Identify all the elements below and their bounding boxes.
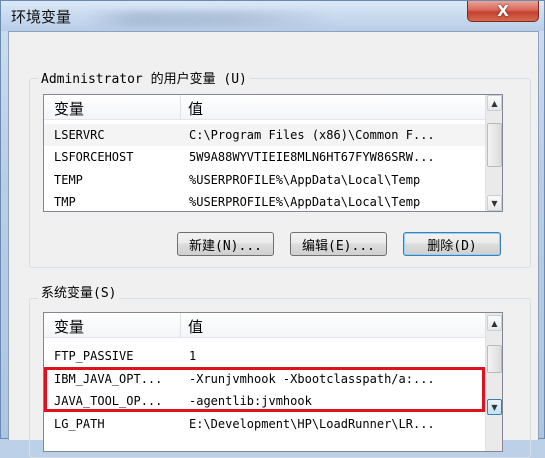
list-item[interactable]: TMP %USERPROFILE%\AppData\Local\Temp [44, 191, 502, 211]
var-value: E:\Development\HP\LoadRunner\LR... [189, 417, 435, 431]
user-delete-button[interactable]: 删除(D) [403, 232, 501, 256]
dialog-body: Administrator 的用户变量 (U) 变量 值 LSERVRC C:\… [8, 31, 539, 458]
system-vars-header: 变量 值 [44, 313, 502, 338]
list-item[interactable]: TEMP %USERPROFILE%\AppData\Local\Temp [44, 169, 502, 191]
scroll-thumb[interactable] [487, 345, 502, 373]
user-edit-button[interactable]: 编辑(E)... [290, 232, 387, 256]
user-vars-list[interactable]: 变量 值 LSERVRC C:\Program Files (x86)\Comm… [43, 94, 503, 212]
list-item[interactable]: LSERVRC C:\Program Files (x86)\Common F.… [44, 124, 502, 146]
var-value: %USERPROFILE%\AppData\Local\Temp [189, 173, 421, 187]
var-name: LG_PATH [54, 417, 105, 431]
user-vars-scrollbar[interactable]: ▲ ▼ [485, 95, 502, 211]
scroll-up-icon[interactable]: ▲ [487, 95, 502, 111]
close-button[interactable]: X [467, 1, 539, 22]
window-title: 环境变量 [11, 8, 72, 26]
column-header-variable[interactable]: 变量 [54, 316, 84, 337]
var-name: TMP [54, 195, 76, 209]
var-name: IBM_JAVA_OPT... [54, 372, 163, 386]
var-name: LSFORCEHOST [54, 150, 134, 164]
scroll-down-icon[interactable]: ▼ [487, 195, 502, 211]
list-item[interactable]: LG_PATH E:\Development\HP\LoadRunner\LR.… [44, 413, 502, 435]
column-header-variable[interactable]: 变量 [54, 98, 84, 119]
user-vars-group-label: Administrator 的用户变量 (U) [38, 68, 250, 87]
environment-variables-dialog: 环境变量 X Administrator 的用户变量 (U) 变量 值 LSER… [0, 0, 545, 458]
blurred-title-area [85, 11, 335, 27]
system-vars-group-label: 系统变量(S) [38, 282, 120, 301]
user-vars-header: 变量 值 [44, 95, 502, 120]
var-name: LSERVRC [54, 128, 105, 142]
var-value: -agentlib:jvmhook [189, 394, 312, 408]
list-item[interactable]: LSFORCEHOST 5W9A88WYVTIEIE8MLN6HT67FYW86… [44, 146, 502, 168]
close-icon: X [497, 2, 509, 20]
var-value: 1 [189, 349, 197, 363]
var-value: C:\Program Files (x86)\Common F... [189, 128, 435, 142]
system-vars-list[interactable]: 变量 值 FTP_PASSIVE 1 IBM_JAVA_OPT... -Xrun… [43, 312, 503, 452]
var-value: 5W9A88WYVTIEIE8MLN6HT67FYW86SRW... [189, 150, 435, 164]
system-vars-scrollbar[interactable]: ▲ ▼ [485, 313, 502, 451]
var-name: TEMP [54, 173, 83, 187]
title-bar[interactable]: 环境变量 X [1, 1, 544, 31]
user-new-button[interactable]: 新建(N)... [177, 232, 274, 256]
var-name: FTP_PASSIVE [54, 349, 134, 363]
column-separator[interactable] [180, 313, 181, 337]
column-header-value[interactable]: 值 [188, 98, 203, 119]
list-item[interactable]: JAVA_TOOL_OP... -agentlib:jvmhook [44, 390, 502, 412]
var-value: -Xrunjvmhook -Xbootclasspath/a:... [189, 372, 435, 386]
var-name: JAVA_TOOL_OP... [54, 394, 163, 408]
column-header-value[interactable]: 值 [188, 316, 203, 337]
list-item[interactable]: IBM_JAVA_OPT... -Xrunjvmhook -Xbootclass… [44, 368, 502, 390]
list-item[interactable]: FTP_PASSIVE 1 [44, 345, 502, 367]
var-value: %USERPROFILE%\AppData\Local\Temp [189, 195, 421, 209]
scroll-up-icon[interactable]: ▲ [487, 315, 502, 331]
column-separator[interactable] [180, 95, 181, 119]
scroll-thumb[interactable] [487, 123, 502, 167]
scroll-down-icon[interactable]: ▼ [487, 399, 502, 415]
